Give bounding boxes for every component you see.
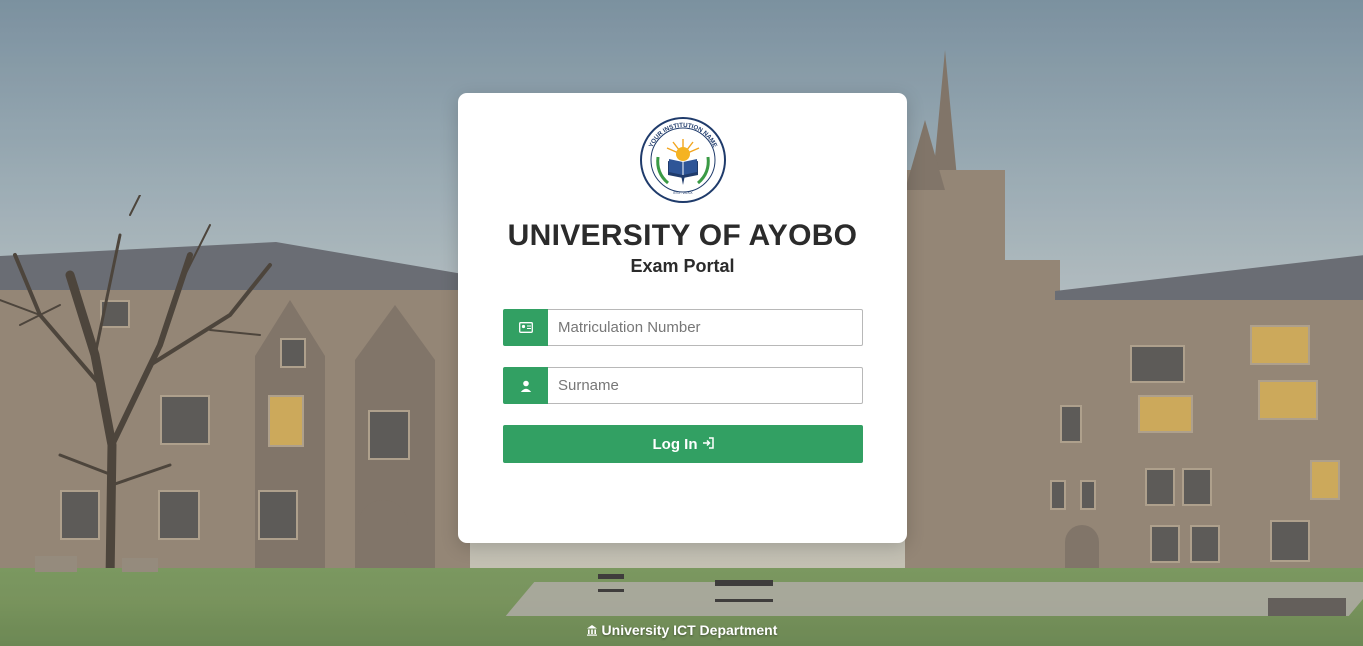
logo-est-text: EST. 20XX [673, 190, 693, 195]
user-icon [503, 367, 548, 404]
sign-in-icon [702, 436, 714, 453]
surname-field-group [503, 367, 863, 404]
login-button[interactable]: Log In [503, 425, 863, 463]
footer: University ICT Department [0, 622, 1363, 638]
portal-subtitle: Exam Portal [630, 256, 735, 276]
login-button-label: Log In [652, 435, 698, 453]
building-icon [586, 622, 602, 638]
login-card: YOUR INSTITUTION NAME EST. 20XX UNIVERSI… [458, 93, 907, 543]
surname-input[interactable] [548, 367, 863, 404]
institution-title: UNIVERSITY OF AYOBO [507, 219, 858, 252]
matric-number-input[interactable] [548, 309, 863, 346]
institution-logo: YOUR INSTITUTION NAME EST. 20XX [640, 117, 726, 203]
footer-text: University ICT Department [601, 622, 778, 638]
matric-field-group [503, 309, 863, 346]
id-card-icon [503, 309, 548, 346]
